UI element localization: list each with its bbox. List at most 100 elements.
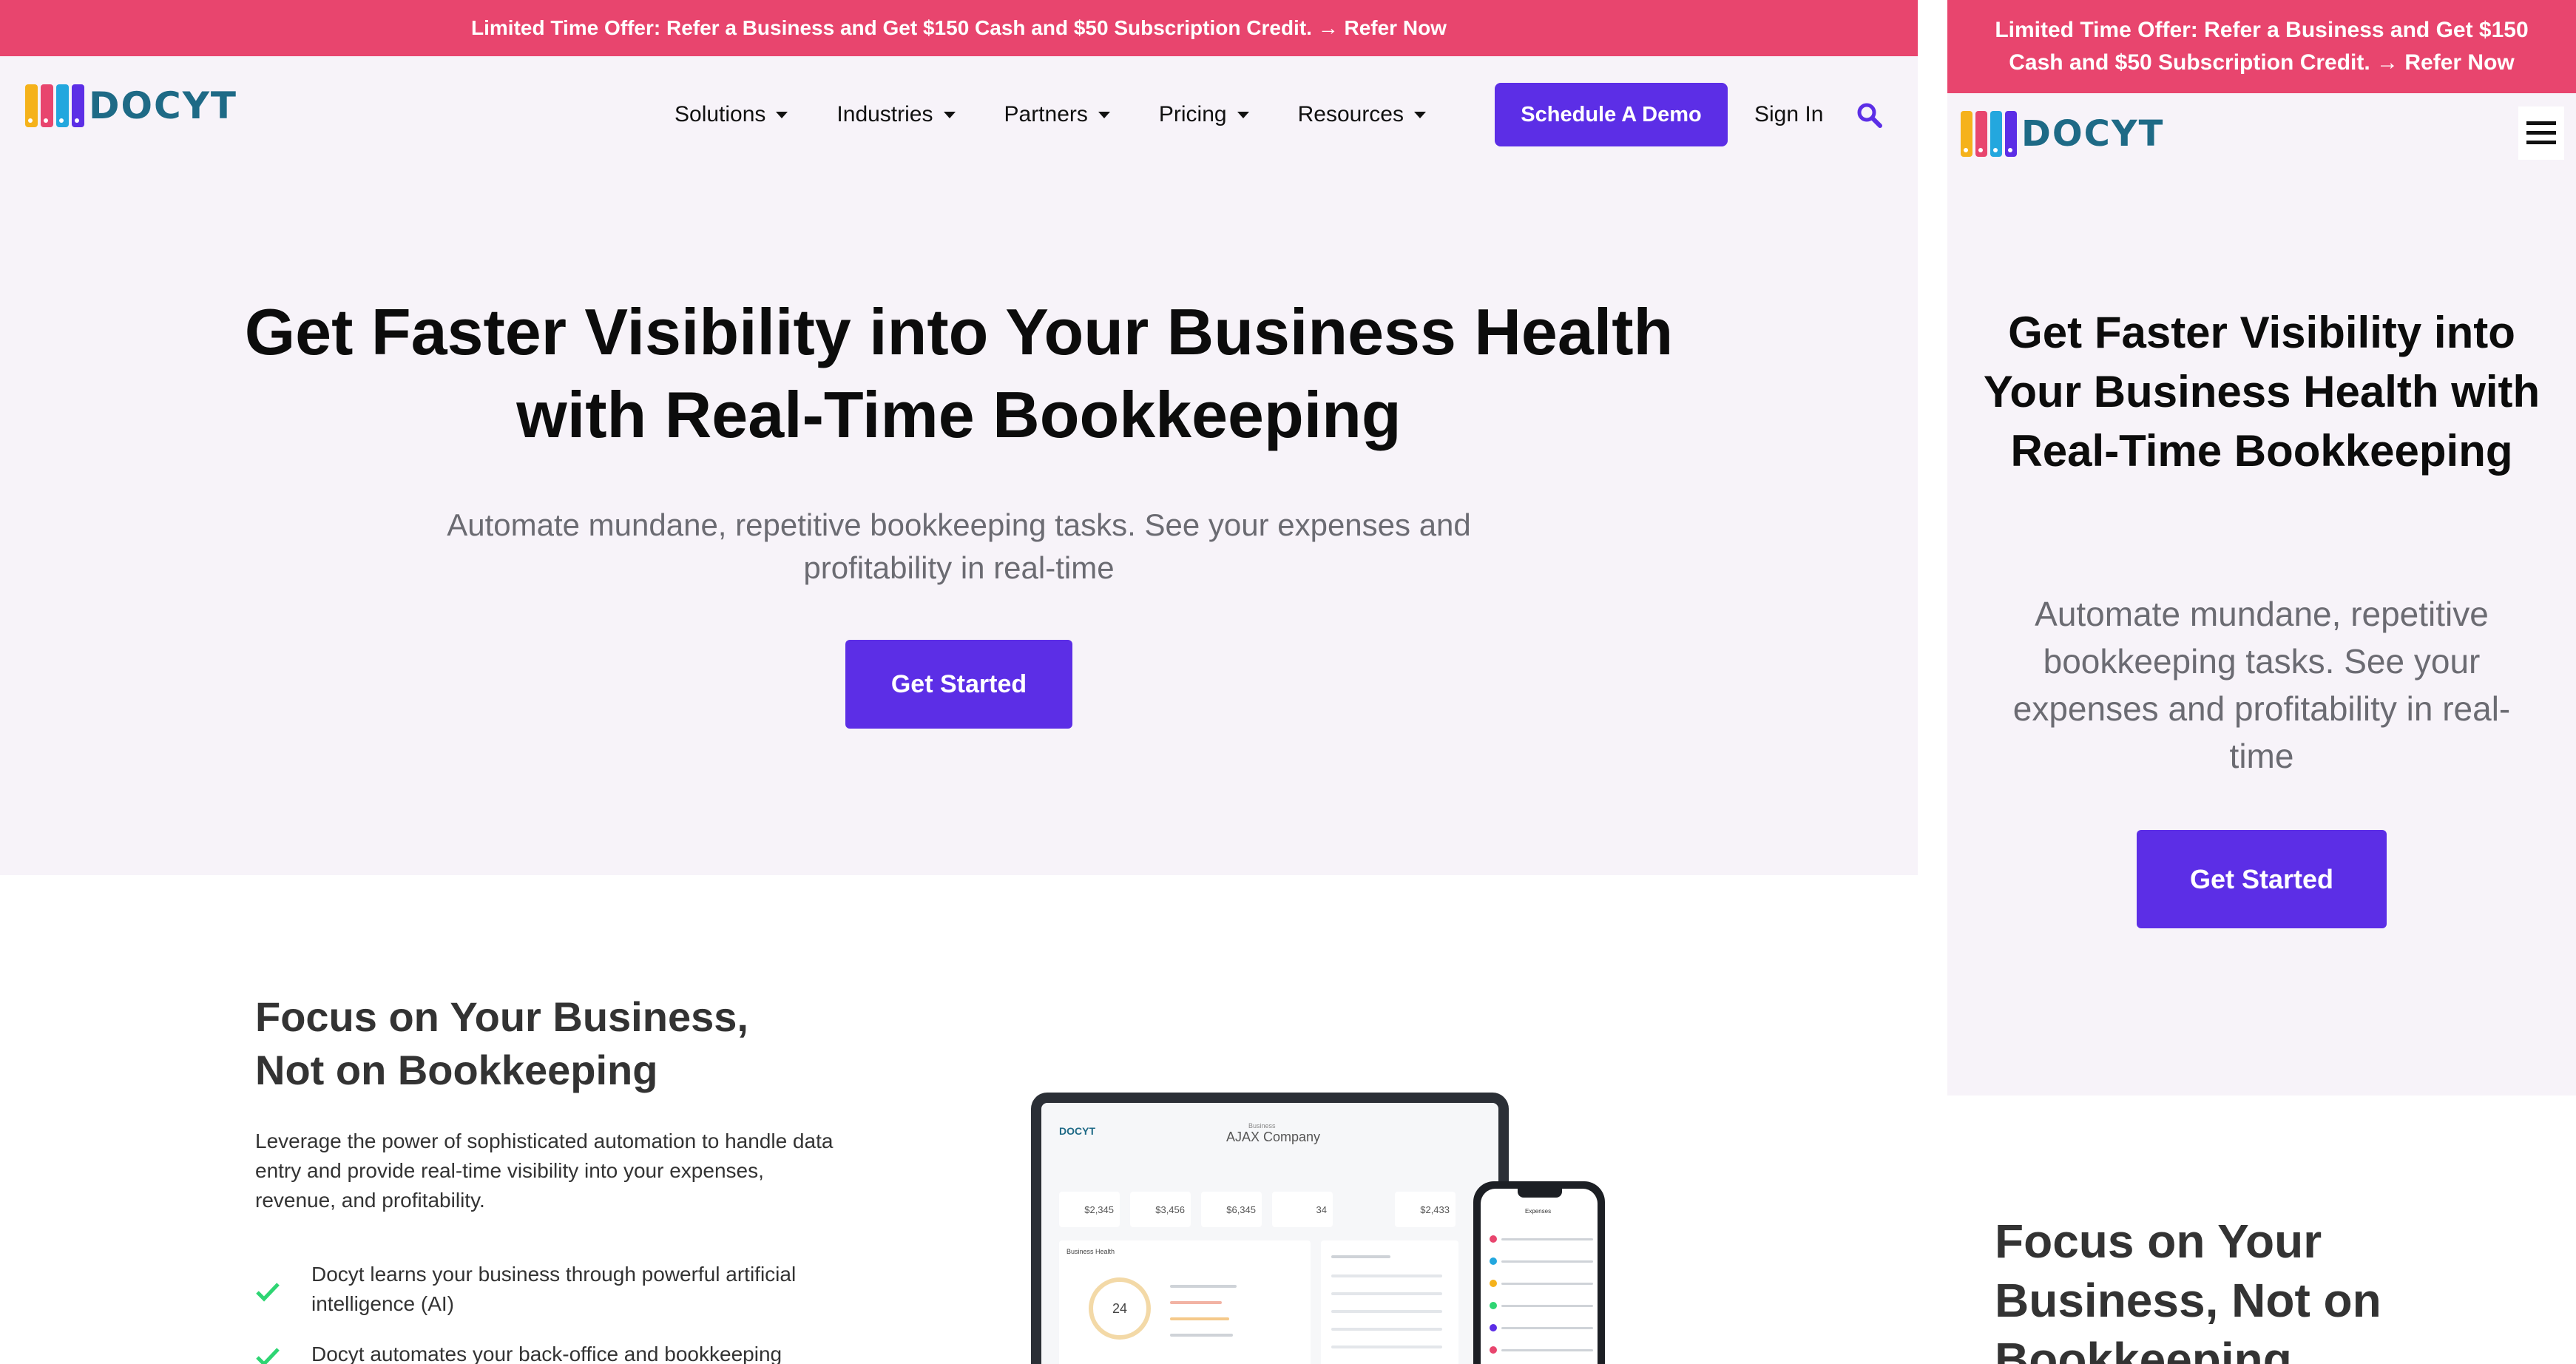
list-item [1490,1277,1593,1289]
nav-label: Industries [836,102,933,126]
laptop-illustration: DOCYT Business AJAX Company $2,345 $3,45… [1031,1093,1509,1364]
caret-down-icon [1237,111,1249,118]
nav-item-pricing[interactable]: Pricing [1159,102,1249,127]
caret-down-icon [1098,111,1110,118]
logo-wordmark: DOCYT [89,84,238,127]
logo-mark [1961,111,2017,157]
hero-subtitle: Automate mundane, repetitive bookkeeping… [447,507,1471,585]
desktop-view: Limited Time Offer: Refer a Business and… [0,0,1918,1364]
logo-bar-pink [41,84,53,127]
placeholder-line [1501,1304,1593,1307]
logo-bar-yellow [1961,111,1972,157]
logo-bar-pink [1975,111,1987,157]
check-icon [256,1348,280,1364]
logo-bar-purple [72,84,84,127]
stat-card: $2,345 [1059,1192,1120,1227]
hamburger-menu-button[interactable] [2518,107,2564,160]
check-icon [256,1283,280,1302]
nav-item-resources[interactable]: Resources [1298,102,1426,127]
placeholder-line [1170,1334,1233,1337]
docyt-logo[interactable]: DOCYT [25,84,237,127]
logo-wordmark: DOCYT [2021,113,2165,155]
main-nav: Solutions Industries Partners Pricing Re… [675,83,1426,146]
feature-text: Docyt automates your back-office and boo… [311,1343,782,1364]
dot-icon [1490,1280,1497,1287]
logo-mark [25,84,84,127]
placeholder-line [1331,1274,1442,1277]
logo-bar-blue [56,84,69,127]
health-ring: 24 [1089,1277,1151,1340]
company-name: AJAX Company [1226,1130,1321,1144]
dot-icon [1490,1257,1497,1265]
nav-item-solutions[interactable]: Solutions [675,102,788,127]
stat-card: $6,345 [1201,1192,1262,1227]
docyt-logo-mobile[interactable]: DOCYT [1961,111,2164,157]
dot-icon [1490,1235,1497,1243]
mobile-view: Limited Time Offer: Refer a Business and… [1947,0,2576,1364]
focus-title: Focus on Your Business, Not on Bookkeepi… [255,993,748,1093]
placeholder-line [1331,1346,1442,1348]
schedule-demo-button[interactable]: Schedule A Demo [1495,83,1728,146]
dot-icon [1490,1346,1497,1354]
list-item: Docyt learns your business through power… [255,1260,847,1319]
list-item [1490,1255,1593,1267]
hero-section [0,56,1918,875]
focus-title-mobile: Focus on Your Business, Not on Bookkeepi… [1995,1215,2381,1364]
phone-illustration: Expenses [1473,1181,1605,1364]
placeholder-line [1331,1310,1442,1313]
placeholder-line [1170,1301,1222,1304]
nav-item-industries[interactable]: Industries [836,102,956,127]
nav-label: Pricing [1158,102,1227,126]
search-icon[interactable] [1855,101,1884,130]
hamburger-icon [2526,121,2556,144]
panel-label: Business Health [1066,1248,1115,1255]
sign-in-link[interactable]: Sign In [1754,83,1823,146]
stat-card: 34 [1272,1192,1333,1227]
laptop-screen: DOCYT Business AJAX Company $2,345 $3,45… [1041,1103,1498,1364]
placeholder-line [1170,1317,1229,1320]
caret-down-icon [1414,111,1426,118]
logo-bar-yellow [25,84,38,127]
nav-label: Partners [1004,102,1088,126]
phone-notch [1518,1189,1562,1198]
promo-banner-text[interactable]: Limited Time Offer: Refer a Business and… [471,16,1447,40]
placeholder-line [1501,1326,1593,1329]
placeholder-line [1501,1260,1593,1263]
placeholder-line [1501,1282,1593,1285]
hero-subtitle-mobile: Automate mundane, repetitive bookkeeping… [2012,595,2511,775]
promo-banner-mobile[interactable]: Limited Time Offer: Refer a Business and… [1947,0,2576,93]
dot-icon [1490,1302,1497,1309]
placeholder-line [1501,1238,1593,1240]
list-item [1490,1300,1593,1311]
placeholder-line [1170,1285,1237,1288]
caret-down-icon [776,111,788,118]
get-started-button-mobile[interactable]: Get Started [2137,830,2387,928]
nav-label: Resources [1297,102,1404,126]
mini-logo: DOCYT [1059,1125,1095,1137]
get-started-button[interactable]: Get Started [845,640,1072,729]
list-item: Docyt automates your back-office and boo… [255,1340,847,1364]
list-item [1490,1344,1593,1356]
stat-card: $3,456 [1130,1192,1191,1227]
dot-icon [1490,1324,1497,1331]
feature-text: Docyt learns your business through power… [311,1263,797,1315]
promo-banner-text[interactable]: Limited Time Offer: Refer a Business and… [1970,14,2554,79]
hero-title-mobile: Get Faster Visibility into Your Business… [1983,308,2540,476]
placeholder-line [1331,1328,1442,1331]
transactions-panel [1321,1240,1458,1364]
promo-banner[interactable]: Limited Time Offer: Refer a Business and… [0,0,1918,56]
company-label: Business [1248,1122,1276,1130]
placeholder-line [1501,1348,1593,1351]
phone-screen: Expenses [1481,1189,1598,1364]
nav-item-partners[interactable]: Partners [1004,102,1110,127]
caret-down-icon [943,111,956,118]
list-item [1490,1233,1593,1245]
stat-card: $2,433 [1395,1192,1456,1227]
list-item [1490,1322,1593,1334]
business-health-panel: Business Health 24 [1059,1240,1311,1364]
logo-bar-purple [2005,111,2017,157]
placeholder-line [1331,1255,1390,1258]
hero-title: Get Faster Visibility into Your Business… [244,295,1674,451]
feature-list: Docyt learns your business through power… [255,1260,847,1364]
placeholder-line [1331,1292,1442,1295]
